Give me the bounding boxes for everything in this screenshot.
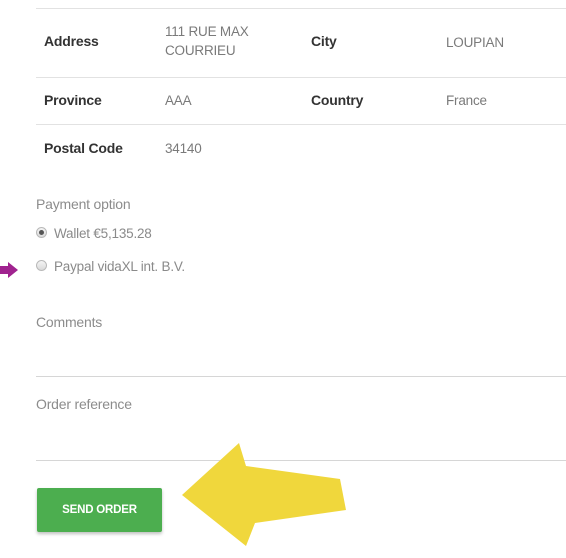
table-divider [36, 8, 566, 9]
city-value: LOUPIAN [446, 35, 504, 50]
comments-input[interactable] [36, 334, 566, 374]
order-reference-label: Order reference [36, 396, 132, 412]
paypal-option-label[interactable]: Paypal vidaXL int. B.V. [54, 259, 185, 274]
province-value: AAA [165, 93, 192, 108]
address-value: 111 RUE MAX COURRIEU [165, 24, 249, 58]
country-value: France [446, 93, 487, 108]
country-label: Country [311, 92, 364, 108]
wallet-option-label[interactable]: Wallet €5,135.28 [54, 226, 152, 241]
city-label: City [311, 33, 337, 49]
send-order-button[interactable]: SEND ORDER [37, 488, 162, 532]
pointer-arrow-shape [0, 262, 18, 278]
highlight-arrow-icon [182, 443, 346, 546]
comments-label: Comments [36, 314, 103, 330]
wallet-radio[interactable] [36, 227, 47, 238]
postal-code-label: Postal Code [44, 140, 123, 156]
province-label: Province [44, 92, 102, 108]
pointer-arrow-icon [0, 262, 18, 278]
address-label: Address [44, 33, 99, 49]
table-divider [36, 124, 566, 125]
table-divider [36, 77, 566, 78]
paypal-radio[interactable] [36, 260, 47, 271]
comments-underline [36, 376, 566, 377]
postal-code-value: 34140 [165, 141, 202, 156]
highlight-arrow-shape [182, 443, 346, 546]
payment-option-heading: Payment option [36, 196, 131, 212]
